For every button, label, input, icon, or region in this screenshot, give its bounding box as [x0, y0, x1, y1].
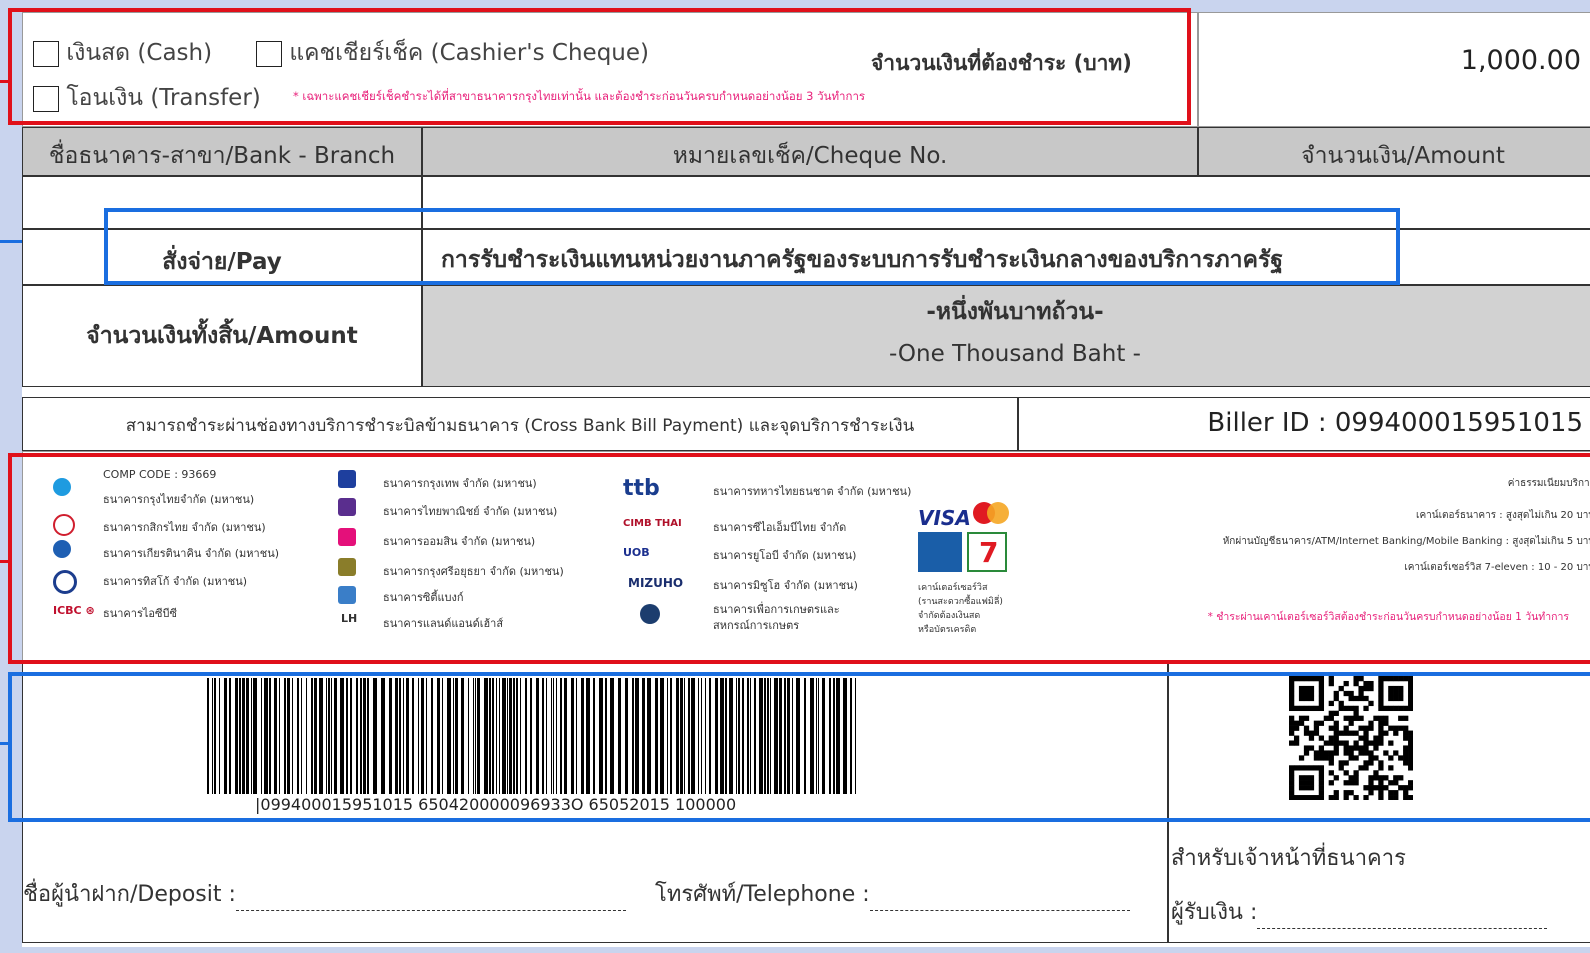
col-cheque-label: หมายเลขเช็ค/Cheque No.: [672, 143, 948, 169]
total-thai: -หนึ่งพันบาทถ้วน-: [926, 299, 1104, 325]
channels-title-cell: สามารถชำระผ่านช่องทางบริการชำระบิลข้ามธน…: [22, 397, 1018, 451]
biller-id: Biller ID : 099400015951015: [1207, 408, 1583, 438]
telephone-input-line[interactable]: [869, 892, 1130, 911]
total-label: จำนวนเงินทั้งสิ้น/Amount: [86, 323, 358, 349]
depositor-input-line[interactable]: [235, 892, 626, 911]
channels-title: สามารถชำระผ่านช่องทางบริการชำระบิลข้ามธน…: [125, 416, 915, 436]
total-value-cell: -หนึ่งพันบาทถ้วน- -One Thousand Baht -: [422, 285, 1590, 387]
telephone-field[interactable]: โทรศัพท์/Telephone :: [655, 876, 1130, 911]
receiver-input-line[interactable]: [1257, 910, 1548, 929]
amount-due-value: 1,000.00: [1460, 45, 1581, 76]
total-label-cell: จำนวนเงินทั้งสิ้น/Amount: [22, 285, 422, 387]
biller-id-cell: Biller ID : 099400015951015: [1018, 397, 1590, 451]
amount-due-cell: 1,000.00: [1198, 12, 1590, 127]
bill-payment-form: เงินสด (Cash) แคชเชียร์เช็ค (Cashier's C…: [8, 8, 1590, 947]
barcode-highlight: [8, 672, 1590, 822]
payment-method-highlight: [8, 8, 1191, 125]
header-cheque-no: หมายเลขเช็ค/Cheque No.: [422, 127, 1198, 176]
depositor-label: ชื่อผู้นำฝาก/Deposit :: [23, 882, 236, 907]
officer-label: สำหรับเจ้าหน้าที่ธนาคาร: [1171, 846, 1406, 871]
bank-list-highlight: [8, 453, 1590, 664]
col-amount-label: จำนวนเงิน/Amount: [1301, 143, 1505, 169]
header-bank-branch: ชื่อธนาคาร-สาขา/Bank - Branch: [22, 127, 422, 176]
depositor-cell: ชื่อผู้นำฝาก/Deposit : โทรศัพท์/Telephon…: [22, 821, 1168, 943]
receiver-field[interactable]: ผู้รับเงิน :: [1171, 894, 1548, 929]
total-eng: -One Thousand Baht -: [888, 341, 1141, 367]
officer-cell: สำหรับเจ้าหน้าที่ธนาคาร ผู้รับเงิน :: [1168, 821, 1590, 943]
telephone-label: โทรศัพท์/Telephone :: [655, 882, 870, 907]
receiver-label: ผู้รับเงิน :: [1171, 900, 1258, 925]
header-amount: จำนวนเงิน/Amount: [1198, 127, 1590, 176]
pay-highlight: [104, 208, 1400, 285]
depositor-field[interactable]: ชื่อผู้นำฝาก/Deposit :: [23, 876, 626, 911]
col-bank-label: ชื่อธนาคาร-สาขา/Bank - Branch: [48, 143, 396, 169]
